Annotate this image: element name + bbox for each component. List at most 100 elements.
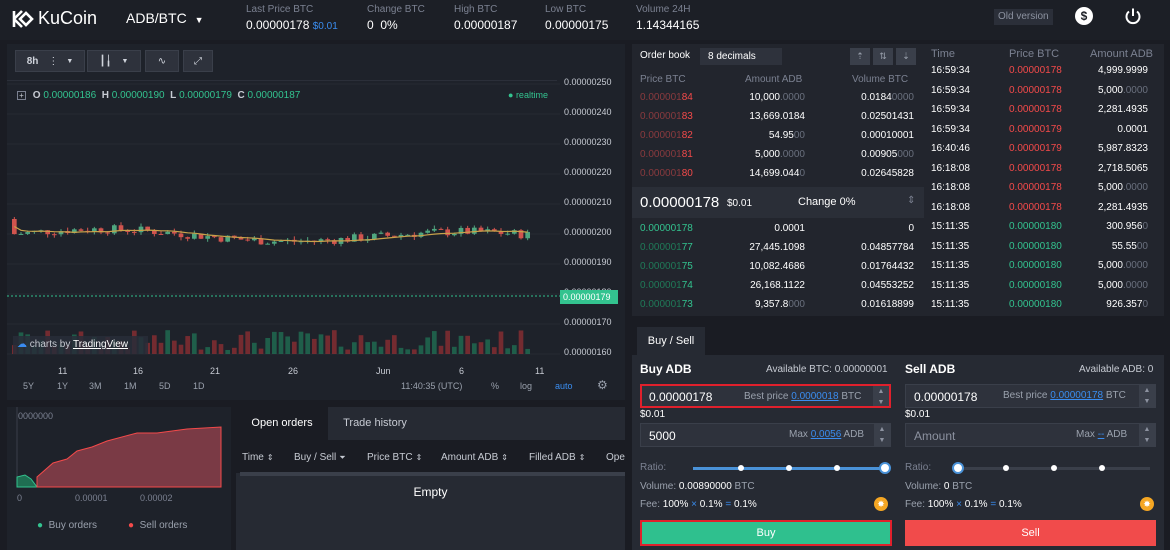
mid-change: Change 0% [798, 196, 856, 208]
interval-select[interactable]: 8h ⋮ ▼ [15, 50, 85, 72]
trade-price: 0.00000178 [1009, 162, 1062, 174]
buy-max[interactable]: Max 0.0056 ADB [789, 429, 864, 440]
chart-settings-icon[interactable]: ⚙ [597, 378, 608, 392]
orderbook-title: Order book [640, 50, 691, 61]
orders-col-4[interactable]: Filled ADB ⇕ [529, 452, 585, 463]
tab-buy-sell[interactable]: Buy / Sell [637, 327, 705, 355]
orderbook-bid-row[interactable]: 0.00000175 10,082.4686 0.01764432 [635, 257, 920, 278]
orders-col-5[interactable]: Ope [606, 452, 625, 463]
range-button-5d[interactable]: 5D [159, 381, 171, 391]
sort-icon[interactable]: ⇕ [907, 195, 915, 206]
candle [438, 228, 444, 230]
sell-price-stepper[interactable]: ▲ ▼ [1139, 385, 1155, 407]
slider-knob[interactable] [952, 462, 964, 474]
price: 0.00000173 [640, 299, 693, 310]
tradingview-credit[interactable]: ☁ charts by TradingView [13, 336, 148, 354]
dollar-icon[interactable]: $ [1075, 7, 1093, 25]
orderbook-view-bids-button[interactable]: ⇣ [896, 48, 916, 65]
trade-history-row: 16:59:34 0.00000178 5,000.0000 [924, 82, 1160, 101]
candle [158, 233, 164, 235]
sell-max[interactable]: Max -- ADB [1076, 429, 1127, 440]
slider-tick [834, 465, 840, 471]
sell-amount-input[interactable]: Amount Max -- ADB ▲ ▼ [905, 423, 1156, 447]
orderbook-ask-row[interactable]: 0.00000180 14,699.0440 0.02645828 [635, 164, 920, 185]
buy-price-stepper[interactable]: ▲ ▼ [873, 386, 889, 406]
orderbook-view-asks-button[interactable]: ⇡ [850, 48, 870, 65]
range-button-1m[interactable]: 1M [124, 381, 137, 391]
trade-price: 0.00000178 [1009, 104, 1062, 115]
price: 0.00000182 [640, 130, 693, 141]
range-button-1y[interactable]: 1Y [57, 381, 68, 391]
price-axis-tick: 0.00000170 [564, 317, 612, 327]
volume-bar [338, 346, 344, 354]
fee-coin-icon[interactable]: ✸ [874, 497, 888, 511]
orderbook-bid-row[interactable]: 0.00000178 0.0001 0 [635, 219, 920, 240]
orders-col-2[interactable]: Price BTC ⇕ [367, 452, 422, 463]
range-button-5y[interactable]: 5Y [23, 381, 34, 391]
orderbook-bid-row[interactable]: 0.00000174 26,168.1122 0.04553252 [635, 276, 920, 297]
candle [105, 232, 110, 234]
trade-time: 16:18:08 [931, 182, 970, 193]
orders-col-0[interactable]: Time ⇕ [242, 452, 274, 463]
buy-amount-input[interactable]: 5000 Max 0.0056 ADB ▲ ▼ [640, 423, 891, 447]
sort-icon: ⇕ [578, 453, 586, 462]
sell-price-input[interactable]: 0.00000178 Best price 0.00000178 BTC ▲ ▼ [905, 384, 1156, 408]
candlestick-chart[interactable] [7, 80, 560, 372]
orderbook-ask-row[interactable]: 0.00000181 5,000.0000 0.00905000 [635, 145, 920, 166]
trade-amount: 926.3570 [1106, 299, 1148, 310]
candle [378, 232, 384, 234]
orderbook-ask-row[interactable]: 0.00000182 54.9500 0.00010001 [635, 126, 920, 147]
kucoin-logo-icon [12, 9, 34, 28]
trade-history-row: 15:11:35 0.00000180 55.5500 [924, 238, 1160, 257]
sell-best-price[interactable]: Best price 0.00000178 BTC [1003, 390, 1126, 401]
old-version-button[interactable]: Old version [994, 9, 1053, 25]
decimals-select[interactable]: 8 decimals [700, 48, 782, 65]
orders-col-1[interactable]: Buy / Sell ⏷ [294, 452, 346, 463]
log-toggle[interactable]: log [520, 381, 532, 391]
trade-time: 15:11:35 [931, 260, 970, 271]
pair-selector[interactable]: ADB/BTC ▼ [126, 10, 204, 26]
kucoin-logo[interactable]: KuCoin [12, 8, 97, 29]
range-button-1d[interactable]: 1D [193, 381, 205, 391]
time-axis-tick: 11 [535, 366, 545, 376]
volume-bar [485, 339, 490, 354]
buy-available: Available BTC: 0.00000001 [766, 364, 888, 375]
trade-history-row: 16:59:34 0.00000178 4,999.9999 [924, 62, 1160, 81]
auto-toggle[interactable]: auto [555, 381, 573, 391]
percent-toggle[interactable]: % [491, 381, 499, 391]
fullscreen-button[interactable]: ⤢ [183, 50, 213, 72]
buy-button[interactable]: Buy [640, 520, 892, 546]
power-icon[interactable] [1124, 7, 1142, 25]
buy-ratio-slider[interactable] [693, 462, 891, 474]
orderbook-ask-row[interactable]: 0.00000183 13,669.0184 0.02501431 [635, 107, 920, 128]
orderbook-bid-row[interactable]: 0.00000173 9,357.8000 0.01618899 [635, 295, 920, 316]
sell-amount-stepper[interactable]: ▲ ▼ [1139, 424, 1155, 446]
slider-tick [1099, 465, 1105, 471]
sell-button[interactable]: Sell [905, 520, 1156, 546]
orderbook-view-both-button[interactable]: ⇅ [873, 48, 893, 65]
candle [325, 239, 330, 241]
orderbook-bid-row[interactable]: 0.00000177 27,445.1098 0.04857784 [635, 238, 920, 259]
volume-bar [165, 330, 170, 354]
buy-amount-stepper[interactable]: ▲ ▼ [874, 424, 890, 446]
sell-ratio-slider[interactable] [952, 462, 1150, 474]
time-axis-tick: 11 [58, 366, 68, 376]
sell-amount-placeholder: Amount [914, 429, 956, 443]
chart-type-select[interactable]: ┃╽ ▼ [87, 50, 141, 72]
range-button-3m[interactable]: 3M [89, 381, 102, 391]
buy-best-price[interactable]: Best price 0.0000018 BTC [744, 391, 861, 402]
tab-open-orders[interactable]: Open orders [236, 407, 328, 440]
sort-icon: ⇕ [501, 453, 508, 462]
tab-trade-history[interactable]: Trade history [330, 407, 420, 440]
volume: 0.04553252 [861, 280, 914, 291]
orders-col-3[interactable]: Amount ADB ⇕ [441, 452, 508, 463]
volume: 0.02501431 [861, 111, 914, 122]
buy-fee: Fee: 100% × 0.1% = 0.1% [640, 499, 757, 510]
trade-history-row: 16:59:34 0.00000179 0.0001 [924, 121, 1160, 140]
orderbook-ask-row[interactable]: 0.00000184 10,000.0000 0.01840000 [635, 88, 920, 109]
buy-price-input[interactable]: 0.00000178 Best price 0.0000018 BTC ▲ ▼ [640, 384, 891, 408]
slider-knob[interactable] [879, 462, 891, 474]
indicators-button[interactable]: ∿ [145, 50, 179, 72]
candle [425, 230, 430, 233]
fee-coin-icon[interactable]: ✸ [1140, 497, 1154, 511]
